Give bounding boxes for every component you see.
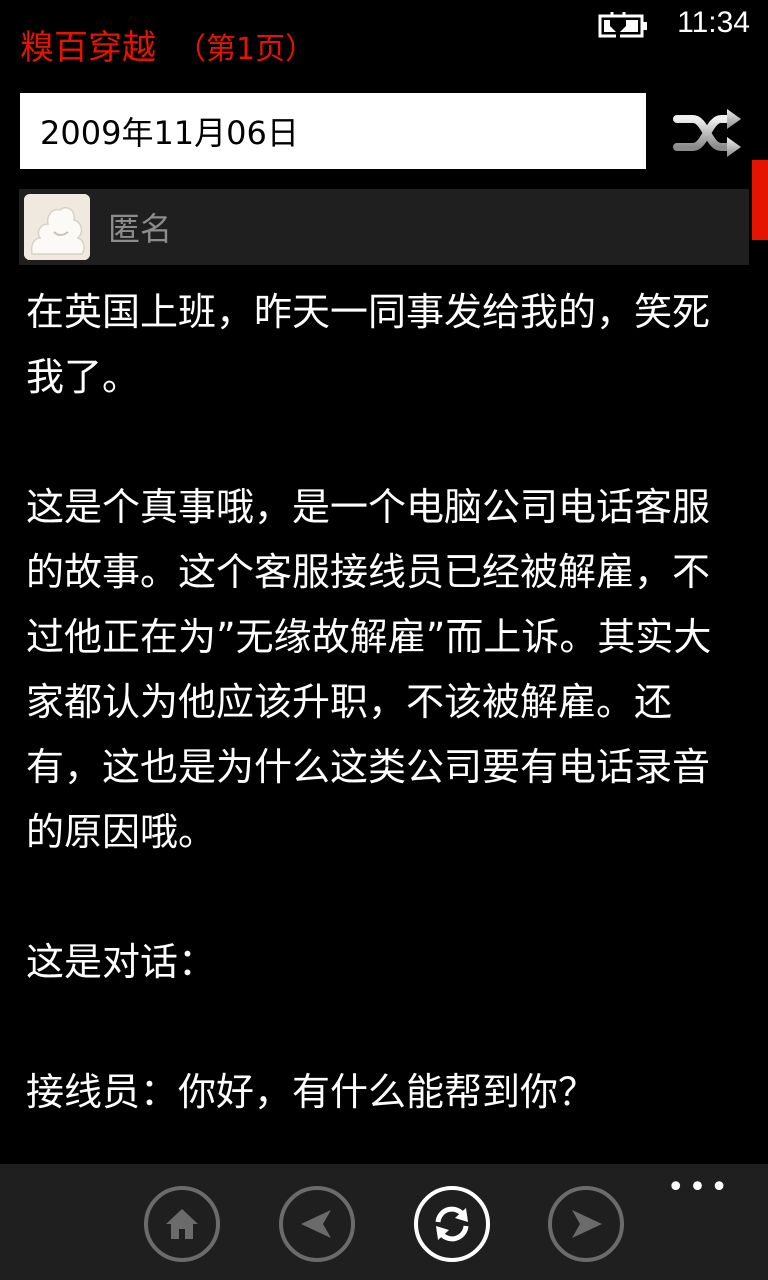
post-paragraph: 在英国上班，昨天一同事发给我的，笑死我了。 [26, 290, 711, 399]
arrow-right-icon [572, 1210, 602, 1238]
shuffle-icon [673, 109, 741, 157]
status-time: 11:34 [677, 6, 750, 39]
more-options-button[interactable]: ••• [667, 1173, 732, 1203]
refresh-icon [435, 1206, 469, 1242]
shuffle-button[interactable] [668, 98, 748, 168]
previous-button[interactable] [279, 1186, 355, 1262]
page-number-label: （第1页） [176, 32, 316, 67]
scroll-indicator [752, 160, 768, 240]
date-value: 2009年11月06日 [40, 114, 299, 152]
arrow-left-icon [301, 1210, 331, 1238]
next-button[interactable] [548, 1186, 624, 1262]
post-paragraph: 这是对话： [26, 940, 217, 984]
app-screen: 11:34 糗百穿越 （第1页） 2009年11月06日 匿名 在英国上班，昨天… [0, 0, 768, 1280]
battery-charging-icon [598, 12, 647, 38]
author-name: 匿名 [108, 210, 173, 248]
refresh-button[interactable] [414, 1186, 490, 1262]
home-button[interactable] [144, 1186, 220, 1262]
post-author-row: 匿名 [19, 189, 749, 265]
post-paragraph: 这是个真事哦，是一个电脑公司电话客服的故事。这个客服接线员已经被解雇，不过他正在… [26, 485, 712, 854]
home-icon [166, 1209, 198, 1239]
date-picker-field[interactable]: 2009年11月06日 [20, 93, 646, 169]
anonymous-avatar-icon [24, 194, 90, 260]
app-bar: ••• [0, 1164, 768, 1280]
post-paragraph: 接线员：你好，有什么能帮到你？ [26, 1070, 597, 1114]
app-name: 糗百穿越 [20, 28, 156, 68]
post-content: 在英国上班，昨天一同事发给我的，笑死我了。 这是个真事哦，是一个电脑公司电话客服… [26, 280, 746, 1165]
page-title: 糗百穿越 （第1页） [20, 20, 315, 69]
